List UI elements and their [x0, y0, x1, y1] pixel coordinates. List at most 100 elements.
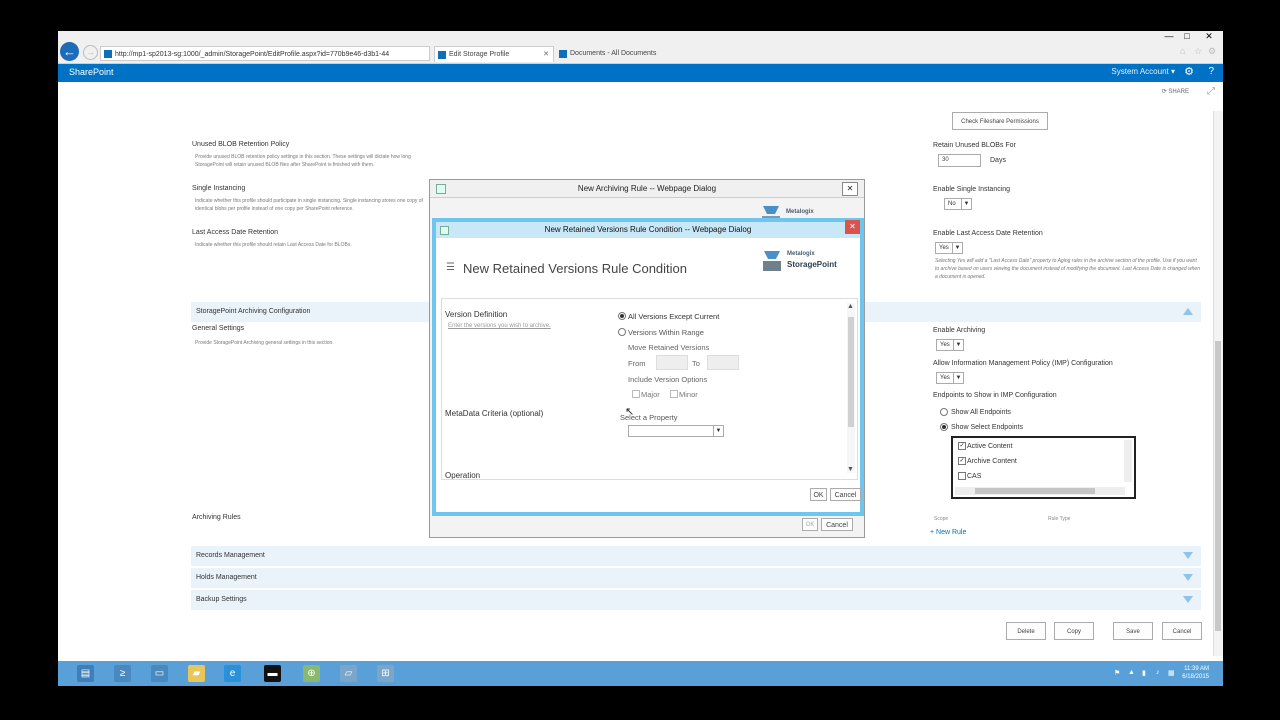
- select-value: Yes: [940, 375, 950, 381]
- copy-button[interactable]: Copy: [1054, 622, 1094, 640]
- dialog-close-button[interactable]: ✕: [842, 182, 858, 196]
- major-checkbox[interactable]: [632, 390, 640, 398]
- archive-content-checkbox[interactable]: ✓: [958, 457, 966, 465]
- holds-management-section[interactable]: Holds Management: [191, 568, 1201, 588]
- command-prompt-icon[interactable]: ▬: [264, 665, 281, 682]
- expand-chevron-icon[interactable]: [1183, 596, 1193, 603]
- storagepoint-logo-text: StoragePoint: [787, 260, 837, 269]
- enable-archiving-select[interactable]: Yes ▼: [936, 339, 964, 351]
- versions-within-range-radio[interactable]: [618, 328, 626, 336]
- retain-days-input[interactable]: 30: [938, 154, 981, 167]
- dialog-scrollbar-thumb[interactable]: [848, 317, 854, 427]
- share-link[interactable]: ⟳ SHARE: [1162, 88, 1189, 95]
- retained-versions-dialog: New Retained Versions Rule Condition -- …: [432, 218, 864, 516]
- settings-icon[interactable]: ⊞: [377, 665, 394, 682]
- general-settings-desc: Provide StoragePoint Archiving general s…: [195, 340, 334, 346]
- minimize-button[interactable]: —: [1162, 31, 1176, 41]
- all-versions-except-current-radio[interactable]: [618, 312, 626, 320]
- tray-volume-icon[interactable]: ♪: [1156, 669, 1160, 676]
- all-versions-except-current-label: All Versions Except Current: [628, 312, 720, 321]
- inner-ok-button[interactable]: OK: [810, 488, 827, 501]
- enable-archiving-label: Enable Archiving: [933, 327, 986, 334]
- delete-button[interactable]: Delete: [1006, 622, 1046, 640]
- endpoints-listbox[interactable]: ✓ Active Content ✓ Archive Content CAS: [951, 436, 1136, 499]
- minor-checkbox[interactable]: [670, 390, 678, 398]
- focus-content-icon[interactable]: ⤢: [1207, 86, 1215, 97]
- tools-gear-icon[interactable]: ⚙: [1208, 46, 1216, 57]
- tab-edit-storage-profile[interactable]: Edit Storage Profile ✕: [434, 46, 554, 62]
- listbox-hscroll[interactable]: [955, 487, 1125, 495]
- show-all-endpoints-radio[interactable]: [940, 408, 948, 416]
- internet-explorer-icon[interactable]: e: [224, 665, 241, 682]
- chevron-down-icon: ▼: [961, 199, 971, 209]
- address-bar[interactable]: http://mp1-sp2013-sg:1000/_admin/Storage…: [100, 46, 430, 61]
- select-property-dropdown[interactable]: ▼: [628, 425, 724, 437]
- version-definition-label: Version Definition: [445, 310, 508, 319]
- list-icon: ☰: [446, 262, 455, 273]
- close-window-button[interactable]: ✕: [1202, 31, 1216, 41]
- inner-cancel-button[interactable]: Cancel: [830, 488, 861, 501]
- tray-arrow-icon[interactable]: ▲: [1128, 669, 1135, 676]
- taskbar-clock[interactable]: 11:39 AM 6/18/2015: [1182, 665, 1209, 681]
- back-arrow-icon[interactable]: ←: [60, 42, 79, 61]
- to-input[interactable]: [707, 355, 739, 370]
- tray-keyboard-icon[interactable]: ▦: [1168, 669, 1175, 677]
- storagepoint-logo-icon: [761, 249, 783, 273]
- from-input[interactable]: [656, 355, 688, 370]
- version-hint: Enter the versions you wish to archive.: [448, 323, 551, 329]
- single-instancing-select[interactable]: No ▼: [944, 198, 972, 210]
- dialog-title: New Archiving Rule -- Webpage Dialog: [577, 184, 717, 193]
- computer-icon[interactable]: ▭: [151, 665, 168, 682]
- outer-cancel-button[interactable]: Cancel: [821, 518, 853, 531]
- page-scrollbar-thumb[interactable]: [1215, 341, 1221, 631]
- scroll-up-icon[interactable]: ▲: [847, 303, 854, 310]
- account-menu[interactable]: System Account ▾: [1111, 67, 1175, 76]
- maximize-button[interactable]: □: [1180, 31, 1194, 41]
- powershell-icon[interactable]: ≥: [114, 665, 131, 682]
- outer-ok-button[interactable]: OK: [802, 518, 818, 531]
- tray-network-icon[interactable]: ▮: [1142, 669, 1146, 677]
- allow-imp-select[interactable]: Yes ▼: [936, 372, 964, 384]
- single-instancing-desc: Indicate whether this profile should par…: [195, 198, 423, 212]
- single-instancing-label: Enable Single Instancing: [933, 186, 1011, 193]
- forward-arrow-icon[interactable]: →: [83, 45, 98, 60]
- dialog-scrollbar[interactable]: ▲ ▼: [847, 303, 855, 473]
- file-explorer-icon[interactable]: ▰: [188, 665, 205, 682]
- save-button[interactable]: Save: [1113, 622, 1153, 640]
- dialog-close-button[interactable]: ✕: [845, 220, 860, 234]
- scroll-down-icon[interactable]: ▼: [847, 466, 854, 473]
- listbox-hscroll-thumb[interactable]: [975, 488, 1095, 494]
- home-icon[interactable]: ⌂: [1180, 46, 1185, 56]
- tray-flag-icon[interactable]: ⚑: [1114, 669, 1120, 677]
- expand-chevron-icon[interactable]: [1183, 574, 1193, 581]
- cas-checkbox[interactable]: [958, 472, 966, 480]
- active-content-checkbox[interactable]: ✓: [958, 442, 966, 450]
- page-scrollbar[interactable]: [1213, 111, 1223, 656]
- server-manager-icon[interactable]: ▤: [77, 665, 94, 682]
- sharepoint-brand[interactable]: SharePoint: [69, 67, 114, 77]
- suite-bar: SharePoint System Account ▾ ⚙ ?: [58, 64, 1223, 82]
- collapse-chevron-icon[interactable]: [1183, 308, 1193, 315]
- tab-close-icon[interactable]: ✕: [543, 47, 549, 62]
- show-select-endpoints-radio[interactable]: [940, 423, 948, 431]
- chat-icon[interactable]: ▱: [340, 665, 357, 682]
- records-management-section[interactable]: Records Management: [191, 546, 1201, 566]
- new-rule-link[interactable]: + New Rule: [930, 529, 966, 536]
- check-fileshare-permissions-button[interactable]: Check Fileshare Permissions: [952, 112, 1048, 130]
- backup-settings-section[interactable]: Backup Settings: [191, 590, 1201, 610]
- listbox-vscroll[interactable]: [1124, 440, 1132, 482]
- unused-blob-title: Unused BLOB Retention Policy: [192, 141, 290, 148]
- expand-chevron-icon[interactable]: [1183, 552, 1193, 559]
- site-favicon-icon: [104, 50, 112, 58]
- help-icon[interactable]: ?: [1208, 66, 1214, 77]
- last-access-select[interactable]: Yes ▼: [935, 242, 963, 254]
- settings-gear-icon[interactable]: ⚙: [1184, 65, 1194, 78]
- versions-within-range-label: Versions Within Range: [628, 328, 704, 337]
- tab-documents[interactable]: Documents - All Documents: [556, 46, 676, 62]
- page-icon: [436, 184, 446, 194]
- cancel-button[interactable]: Cancel: [1162, 622, 1202, 640]
- network-icon[interactable]: ⊕: [303, 665, 320, 682]
- sharepoint-tab-icon: [438, 51, 446, 59]
- favorites-star-icon[interactable]: ☆: [1194, 46, 1202, 57]
- dialog-titlebar: New Retained Versions Rule Condition -- …: [436, 222, 860, 238]
